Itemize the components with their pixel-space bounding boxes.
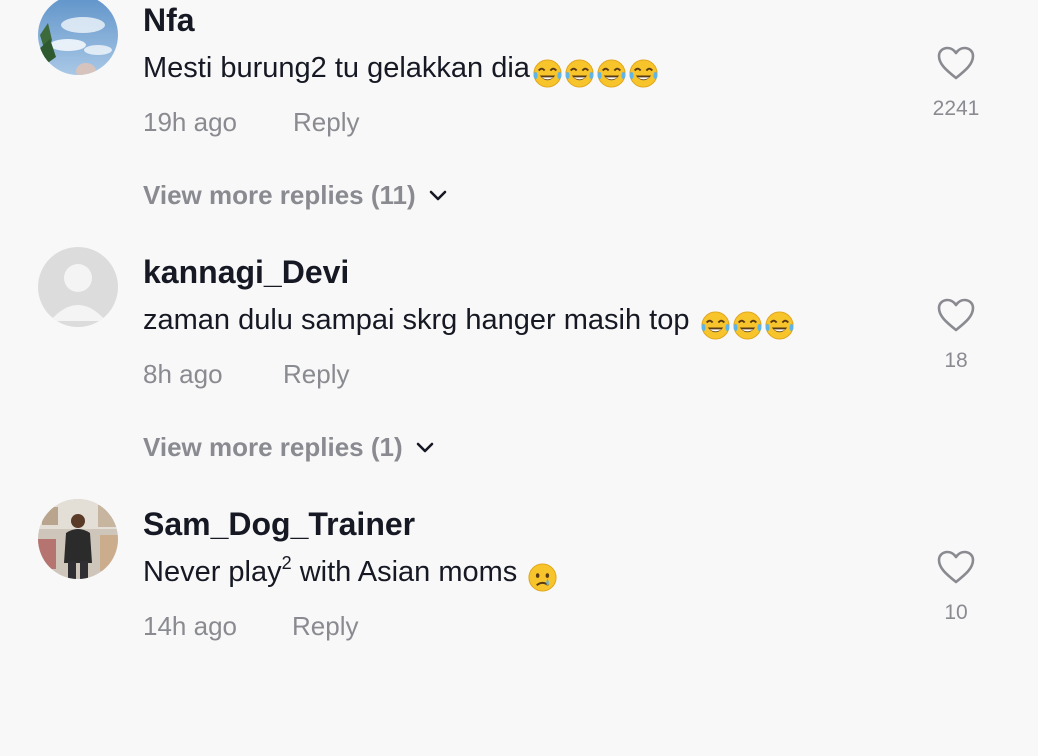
chevron-down-icon — [428, 189, 448, 203]
view-more-replies-label: View more replies (11) — [143, 180, 416, 210]
face-with-tears-of-joy-icon — [628, 58, 659, 89]
comment-username[interactable]: Sam_Dog_Trainer — [143, 506, 415, 542]
view-more-replies-button[interactable]: View more replies (11) — [143, 180, 448, 210]
comment-timestamp: 14h ago — [143, 611, 237, 641]
crying-face-icon — [527, 562, 558, 593]
comment-text: Mesti burung2 tu gelakkan dia — [143, 50, 660, 90]
comment-timestamp: 8h ago — [143, 359, 223, 389]
emoji-group — [532, 54, 660, 90]
face-with-tears-of-joy-icon — [732, 310, 763, 341]
heart-outline-icon — [937, 550, 975, 584]
avatar[interactable] — [38, 247, 118, 327]
heart-outline-icon — [937, 46, 975, 80]
reply-button[interactable]: Reply — [293, 107, 359, 137]
comment-text-body: Mesti burung2 tu gelakkan dia — [143, 52, 530, 84]
like-count: 18 — [944, 349, 968, 372]
emoji-group — [527, 558, 559, 594]
comment-username[interactable]: Nfa — [143, 2, 195, 38]
comment-item: Nfa Mesti burung2 tu gelakkan dia 19h ag… — [0, 0, 1038, 252]
reply-button[interactable]: Reply — [283, 359, 349, 389]
chevron-down-icon — [415, 441, 435, 455]
comment-text-body: with Asian moms — [291, 556, 518, 588]
comment-text-body: zaman dulu sampai skrg hanger masih top — [143, 304, 690, 336]
comment-username[interactable]: kannagi_Devi — [143, 254, 349, 290]
like-button[interactable] — [936, 549, 976, 585]
face-with-tears-of-joy-icon — [764, 310, 795, 341]
face-with-tears-of-joy-icon — [564, 58, 595, 89]
view-more-replies-button[interactable]: View more replies (1) — [143, 432, 435, 462]
like-count: 2241 — [932, 97, 980, 120]
face-with-tears-of-joy-icon — [700, 310, 731, 341]
like-button[interactable] — [936, 45, 976, 81]
avatar[interactable] — [38, 499, 118, 579]
like-count: 10 — [944, 601, 968, 624]
view-more-replies-label: View more replies (1) — [143, 432, 403, 462]
like-button[interactable] — [936, 297, 976, 333]
emoji-group — [700, 306, 796, 342]
face-with-tears-of-joy-icon — [532, 58, 563, 89]
comment-text-body: Never play — [143, 556, 282, 588]
comment-text: zaman dulu sampai skrg hanger masih top — [143, 302, 796, 342]
comment-item: Sam_Dog_Trainer Never play2 with Asian m… — [0, 499, 1038, 756]
face-with-tears-of-joy-icon — [596, 58, 627, 89]
heart-outline-icon — [937, 298, 975, 332]
comment-item: kannagi_Devi zaman dulu sampai skrg hang… — [0, 247, 1038, 504]
comment-text: Never play2 with Asian moms — [143, 554, 559, 594]
comment-timestamp: 19h ago — [143, 107, 237, 137]
avatar[interactable] — [38, 0, 118, 75]
superscript: 2 — [281, 553, 292, 573]
reply-button[interactable]: Reply — [292, 611, 358, 641]
